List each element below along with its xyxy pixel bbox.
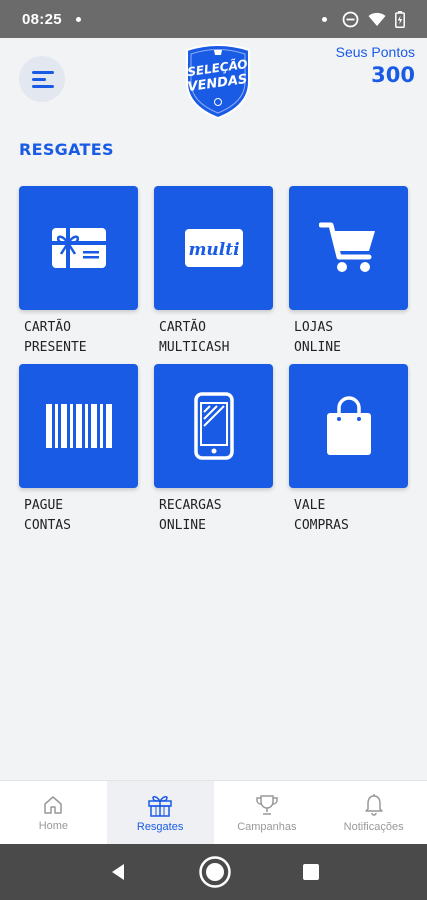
system-nav-bar xyxy=(0,844,427,900)
tile-label: PAGUE CONTAS xyxy=(24,498,71,533)
shopping-cart-icon xyxy=(318,222,375,272)
multi-card-icon: multi xyxy=(184,229,243,267)
smartphone-icon xyxy=(193,392,234,460)
gift-card-icon xyxy=(51,228,106,268)
gift-icon xyxy=(148,795,172,817)
battery-icon xyxy=(395,10,405,28)
nav-label-notificacoes: Notificações xyxy=(343,820,404,833)
status-icons xyxy=(322,10,405,28)
multi-card-text: multi xyxy=(188,240,239,260)
shopping-bag-icon xyxy=(326,396,371,455)
tile-label: CARTÃO MULTICASH xyxy=(159,320,230,355)
nav-item-notificacoes[interactable]: Notificações xyxy=(320,781,427,844)
home-icon xyxy=(44,795,63,814)
tile-shopping-voucher[interactable]: VALE COMPRAS xyxy=(289,364,408,536)
recents-icon[interactable] xyxy=(302,863,320,881)
points-value: 300 xyxy=(371,63,415,87)
notification-dot-icon xyxy=(322,16,327,22)
tile-recharges[interactable]: RECARGAS ONLINE xyxy=(154,364,273,536)
wifi-icon xyxy=(368,12,386,26)
trophy-icon xyxy=(256,794,278,815)
tile-online-stores[interactable]: LOJAS ONLINE xyxy=(289,186,408,358)
tile-label: LOJAS ONLINE xyxy=(294,320,341,355)
nav-label-home: Home xyxy=(38,819,69,832)
do-not-disturb-icon xyxy=(342,11,359,27)
menu-button[interactable] xyxy=(19,56,65,102)
tile-label: CARTÃO PRESENTE xyxy=(24,320,87,355)
status-bar: 08:25 xyxy=(0,0,427,38)
notification-dot-icon xyxy=(75,16,81,22)
back-icon[interactable] xyxy=(108,862,128,882)
barcode-icon xyxy=(45,404,112,448)
points-panel: Seus Pontos 300 xyxy=(336,44,415,87)
nav-label-resgates: Resgates xyxy=(136,820,184,833)
tile-label: VALE COMPRAS xyxy=(294,498,349,533)
tile-gift-card[interactable]: CARTÃO PRESENTE xyxy=(19,186,138,358)
tile-label: RECARGAS ONLINE xyxy=(159,498,222,533)
bell-icon xyxy=(364,793,383,816)
nav-item-campanhas[interactable]: Campanhas xyxy=(214,781,321,844)
bottom-nav: Home Resgates Campanhas Notificações xyxy=(0,780,427,844)
nav-item-home[interactable]: Home xyxy=(0,781,107,844)
points-label: Seus Pontos xyxy=(335,44,415,60)
tile-multicash-card[interactable]: multi CARTÃO MULTICASH xyxy=(154,186,273,358)
section-title: RESGATES xyxy=(19,140,114,159)
nav-item-resgates[interactable]: Resgates xyxy=(106,781,214,844)
tile-pay-bills[interactable]: PAGUE CONTAS xyxy=(19,364,138,536)
selecao-vendas-logo: SELEÇÃO VENDAS xyxy=(186,44,250,120)
home-button-icon[interactable] xyxy=(198,855,232,889)
status-time: 08:25 xyxy=(22,10,62,28)
nav-label-campanhas: Campanhas xyxy=(237,820,297,833)
app-header: SELEÇÃO VENDAS Seus Pontos 300 xyxy=(0,38,427,128)
menu-icon xyxy=(32,70,54,74)
